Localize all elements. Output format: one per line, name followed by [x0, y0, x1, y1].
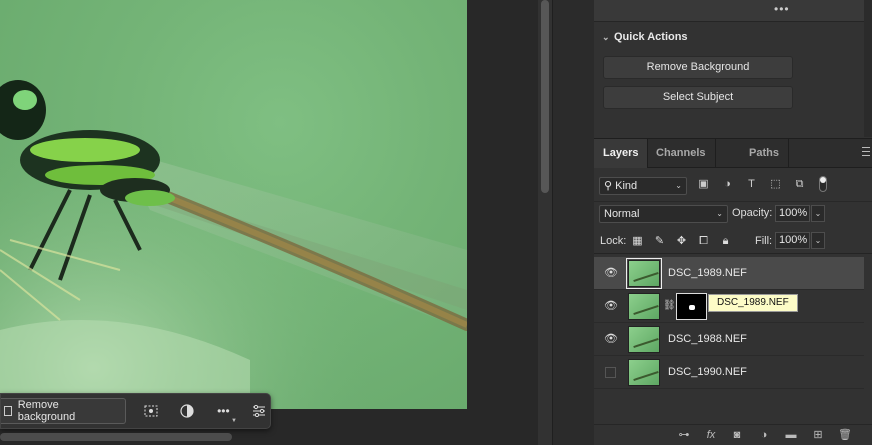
- canvas-vertical-scrollbar[interactable]: [538, 0, 552, 445]
- remove-background-action-button[interactable]: Remove Background: [603, 56, 793, 79]
- chevron-down-icon: ⌄: [675, 181, 682, 190]
- search-icon: ⚲: [604, 180, 613, 192]
- lock-label: Lock:: [600, 235, 627, 247]
- tab-channels[interactable]: Channels: [647, 139, 716, 168]
- lock-transparent-icon[interactable]: ▦: [631, 235, 644, 248]
- layer-tooltip: DSC_1989.NEF: [708, 294, 798, 312]
- opacity-label: Opacity:: [732, 207, 773, 219]
- layer-thumbnail: [628, 359, 660, 386]
- eye-icon[interactable]: 👁︎: [604, 301, 618, 312]
- layers-panel-tabs: Layers Channels Paths: [594, 138, 872, 168]
- layer-name: DSC_1990.NEF: [668, 366, 747, 378]
- canvas-area[interactable]: [0, 0, 538, 445]
- filter-toggle[interactable]: [819, 176, 827, 192]
- remove-background-button[interactable]: Remove background: [1, 398, 126, 424]
- link-layers-icon[interactable]: ⊶: [677, 429, 691, 442]
- canvas-horizontal-scrollbar[interactable]: [0, 433, 232, 441]
- blend-mode-select[interactable]: Normal ⌄: [599, 205, 728, 223]
- select-subject-button[interactable]: Select Subject: [603, 86, 793, 109]
- photoshop-window: Remove background ••• ▼ ••• ⌄ Quick Action…: [0, 0, 872, 445]
- filter-kind-select[interactable]: ⚲ Kind ⌄: [599, 177, 687, 195]
- fill-label: Fill:: [755, 235, 773, 247]
- filter-kind-label: Kind: [615, 180, 638, 192]
- shape-filter-icon[interactable]: ⬚: [769, 178, 782, 191]
- chevron-down-icon: ▼: [230, 418, 237, 424]
- eye-icon[interactable]: 👁︎: [604, 268, 618, 279]
- layer-name: DSC_1989.NEF: [668, 267, 747, 279]
- lock-artboard-icon[interactable]: ⧠: [697, 235, 710, 248]
- adjustment-icon[interactable]: [177, 400, 198, 422]
- opacity-value: 100%: [779, 207, 808, 219]
- adjustment-layer-icon[interactable]: ◑: [757, 429, 771, 442]
- trash-icon[interactable]: 🗑︎: [838, 429, 852, 442]
- document-image[interactable]: [0, 0, 467, 409]
- pixel-filter-icon[interactable]: ▣: [697, 178, 710, 191]
- add-mask-icon[interactable]: ◙: [730, 429, 744, 442]
- panel-header: •••: [594, 0, 864, 22]
- layer-thumbnail: [628, 293, 660, 320]
- select-subject-icon[interactable]: [141, 400, 162, 422]
- group-icon[interactable]: ▬: [784, 429, 798, 442]
- fill-value: 100%: [779, 234, 808, 246]
- smart-object-filter-icon[interactable]: ⧉: [793, 178, 806, 191]
- adjustment-filter-icon[interactable]: ◑: [721, 178, 734, 191]
- type-filter-icon[interactable]: T: [745, 178, 758, 191]
- layer-row[interactable]: 👁︎ DSC_1988.NEF: [594, 323, 864, 356]
- quick-actions-header[interactable]: ⌄ Quick Actions: [602, 31, 688, 43]
- chevron-down-icon: ⌄: [602, 32, 610, 42]
- chevron-down-icon: ⌄: [716, 209, 723, 218]
- lock-brush-icon[interactable]: ✎: [653, 235, 666, 248]
- tab-layers[interactable]: Layers: [594, 139, 649, 168]
- settings-icon[interactable]: [249, 400, 270, 422]
- layer-row[interactable]: DSC_1990.NEF: [594, 356, 864, 389]
- scrollbar-thumb[interactable]: [541, 0, 549, 193]
- panel-edge: [864, 0, 872, 137]
- blend-row: Normal ⌄ Opacity: 100% ⌄: [594, 201, 872, 227]
- layer-thumbnail: [626, 258, 662, 289]
- remove-background-label: Remove background: [17, 399, 76, 423]
- lock-row: Lock: ▦ ✎ ✥ ⧠ 🔒︎ Fill: 100% ⌄: [594, 228, 872, 254]
- quick-actions-title: Quick Actions: [614, 31, 688, 43]
- visibility-off-box[interactable]: [605, 367, 616, 378]
- layer-filter-row: ⚲ Kind ⌄ ▣ ◑ T ⬚ ⧉: [594, 171, 872, 199]
- lock-position-icon[interactable]: ✥: [675, 235, 688, 248]
- fx-icon[interactable]: fx: [704, 429, 718, 442]
- lock-all-icon[interactable]: 🔒︎: [719, 235, 732, 248]
- mask-link-icon[interactable]: ⛓: [663, 300, 676, 311]
- tab-paths[interactable]: Paths: [740, 139, 789, 168]
- blend-mode-value: Normal: [604, 208, 640, 220]
- more-icon[interactable]: ••• ▼: [213, 400, 237, 424]
- more-options-icon[interactable]: •••: [774, 2, 790, 16]
- layer-mask-thumbnail[interactable]: [676, 293, 707, 320]
- dock-gap: [552, 0, 594, 445]
- chevron-down-icon[interactable]: ⌄: [811, 205, 825, 222]
- remove-background-icon: [4, 406, 12, 416]
- fill-input[interactable]: 100% ⌄: [775, 232, 825, 249]
- layers-list: 👁︎ DSC_1989.NEF 👁︎ ⛓ 👁︎ DSC_1988.NEF DSC…: [594, 257, 864, 390]
- eye-icon[interactable]: 👁︎: [604, 334, 618, 345]
- damselfly-photo: [0, 0, 467, 409]
- new-layer-icon[interactable]: ⊞: [811, 429, 825, 442]
- layer-row[interactable]: 👁︎ DSC_1989.NEF: [594, 257, 864, 290]
- layers-bottom-toolbar: ⊶ fx ◙ ◑ ▬ ⊞ 🗑︎: [594, 424, 872, 445]
- chevron-down-icon[interactable]: ⌄: [811, 232, 825, 249]
- panel-menu-icon[interactable]: [862, 147, 870, 156]
- layer-thumbnail: [628, 326, 660, 353]
- opacity-input[interactable]: 100% ⌄: [775, 205, 825, 222]
- right-panel: ••• ⌄ Quick Actions Remove Background Sel…: [594, 0, 872, 445]
- layer-name: DSC_1988.NEF: [668, 333, 747, 345]
- contextual-task-bar: Remove background ••• ▼: [0, 393, 271, 429]
